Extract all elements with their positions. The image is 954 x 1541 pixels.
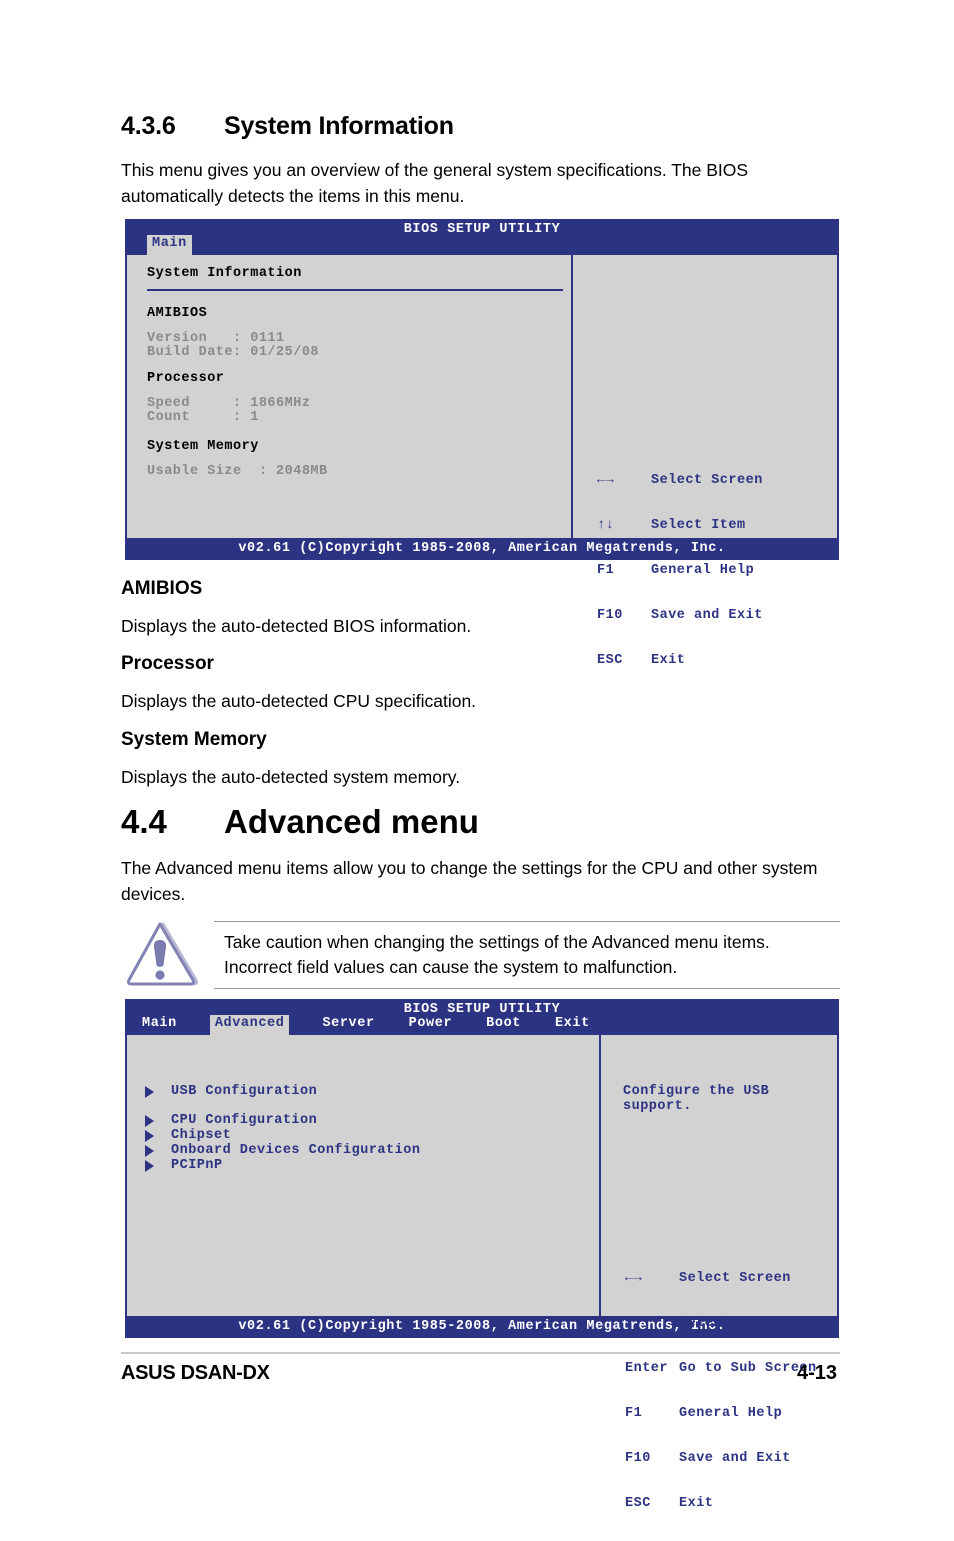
bios-main-header: BIOS SETUP UTILITY Main [125,219,839,255]
tab-advanced[interactable]: Advanced [209,1015,290,1035]
legend-key: ↑↓ [597,518,615,533]
legend-key: ←→ [597,473,615,488]
section-title-system-information: System Information [224,112,454,140]
section-title-advanced-menu: Advanced menu [224,803,479,840]
legend-row: ←→ Select Screen [625,1271,817,1286]
legend-row: ←→ Select Screen [597,473,763,488]
legend-key: Enter [625,1361,669,1376]
legend-desc: Save and Exit [679,1451,791,1466]
bios-main-body: System Information AMIBIOS Version : 011… [125,255,839,668]
bios-main-settings-pane: System Information AMIBIOS Version : 011… [127,255,571,538]
section-number-44: 4.4 [121,803,167,840]
group-heading-processor: Processor [147,371,225,386]
footer-product-name: ASUS DSAN-DX [121,1362,270,1384]
submenu-arrow-icon [145,1130,154,1142]
bios-advanced-help-pane: Configure the USB support. ←→ Select Scr… [601,1035,837,1511]
submenu-arrow-icon [145,1160,154,1172]
row-usable-size: Usable Size : 2048MB [147,464,328,479]
legend-row: ↑↓ Select Item [625,1316,817,1331]
bios-screen-main: BIOS SETUP UTILITY Main System Informati… [125,219,839,668]
legend-desc: General Help [651,563,755,578]
note-top-rule [214,921,840,922]
legend-row: ↑↓ Select Item [597,518,763,533]
menu-item-onboard-devices-configuration[interactable]: Onboard Devices Configuration [171,1143,420,1158]
submenu-arrow-icon [145,1115,154,1127]
bios-main-key-legend: ←→ Select Screen ↑↓ Select Item F1 Gener… [597,443,763,698]
note-text: Take caution when changing the settings … [224,932,770,977]
warning-triangle-icon [126,922,199,986]
panel-title-underline [147,289,563,291]
doc-text-system-memory: Displays the auto-detected system memory… [121,767,461,787]
legend-row: F1 General Help [597,563,763,578]
bios-main-help-pane: ←→ Select Screen ↑↓ Select Item F1 Gener… [573,255,837,668]
help-text-line-1: Configure the USB [623,1084,770,1099]
bios-advanced-tabbar: Main Advanced Server Power Boot Exit [137,1015,595,1035]
legend-desc: Exit [651,653,686,668]
footer-rule [121,1352,840,1354]
legend-row: ESC Exit [625,1496,817,1511]
doc-text-processor: Displays the auto-detected CPU specifica… [121,691,477,711]
bios-screen-advanced: BIOS SETUP UTILITY Main Advanced Server … [125,999,839,1511]
advanced-intro-paragraph: The Advanced menu items allow you to cha… [121,858,818,904]
tab-exit[interactable]: Exit [550,1015,595,1035]
legend-key: ←→ [625,1271,643,1286]
document-page: 4.3.6 System Information This menu gives… [0,0,954,1511]
row-version: Version : 0111 [147,331,285,346]
legend-row: F1 General Help [625,1406,817,1421]
bios-advanced-settings-pane: USB Configuration CPU Configuration Chip… [127,1035,599,1316]
legend-row: Enter Go to Sub Screen [625,1361,817,1376]
row-speed: Speed : 1866MHz [147,396,311,411]
menu-item-cpu-configuration[interactable]: CPU Configuration [171,1113,317,1128]
menu-item-chipset[interactable]: Chipset [171,1128,231,1143]
tab-boot[interactable]: Boot [481,1015,526,1035]
bios-main-title: BIOS SETUP UTILITY [403,222,561,237]
legend-row: ESC Exit [597,653,763,668]
submenu-arrow-icon [145,1086,154,1098]
row-count: Count : 1 [147,410,259,425]
legend-desc: Go to Sub Screen [679,1361,817,1376]
bios-advanced-header: BIOS SETUP UTILITY Main Advanced Server … [125,999,839,1035]
tab-main[interactable]: Main [137,1015,182,1035]
section-intro-paragraph: This menu gives you an overview of the g… [121,160,749,206]
tab-power[interactable]: Power [404,1015,458,1035]
note-bottom-rule [214,988,840,989]
doc-heading-amibios: AMIBIOS [121,578,203,599]
legend-key: F10 [597,608,623,623]
legend-key: ESC [597,653,623,668]
panel-title-system-information: System Information [147,266,302,281]
footer-page-number: 4-13 [797,1362,838,1384]
menu-item-pcipnp[interactable]: PCIPnP [171,1158,223,1173]
legend-key: F1 [597,563,615,578]
doc-heading-processor: Processor [121,653,214,674]
legend-desc: Save and Exit [651,608,763,623]
submenu-arrow-icon [145,1145,154,1157]
legend-desc: Exit [679,1496,714,1511]
legend-desc: Select Item [651,518,746,533]
doc-text-amibios: Displays the auto-detected BIOS informat… [121,616,472,636]
legend-key: F1 [625,1406,643,1421]
bios-main-tabbar: Main [147,235,192,255]
legend-key: ↑↓ [625,1316,643,1331]
legend-row: F10 Save and Exit [625,1451,817,1466]
legend-desc: Select Item [679,1316,774,1331]
legend-desc: General Help [679,1406,783,1421]
row-build-date: Build Date: 01/25/08 [147,345,320,360]
tab-main[interactable]: Main [147,235,192,255]
legend-desc: Select Screen [679,1271,791,1286]
group-heading-system-memory: System Memory [147,439,259,454]
legend-row: F10 Save and Exit [597,608,763,623]
legend-key: F10 [625,1451,651,1466]
group-heading-amibios: AMIBIOS [147,306,208,321]
doc-heading-system-memory: System Memory [121,729,267,750]
legend-key: ESC [625,1496,651,1511]
menu-item-usb-configuration[interactable]: USB Configuration [171,1084,317,1099]
bios-advanced-body: USB Configuration CPU Configuration Chip… [125,1035,839,1511]
legend-desc: Select Screen [651,473,763,488]
section-number-436: 4.3.6 [121,112,176,140]
tab-server[interactable]: Server [317,1015,379,1035]
help-text-line-2: support. [623,1099,692,1114]
bios-advanced-key-legend: ←→ Select Screen ↑↓ Select Item Enter Go… [625,1241,817,1541]
